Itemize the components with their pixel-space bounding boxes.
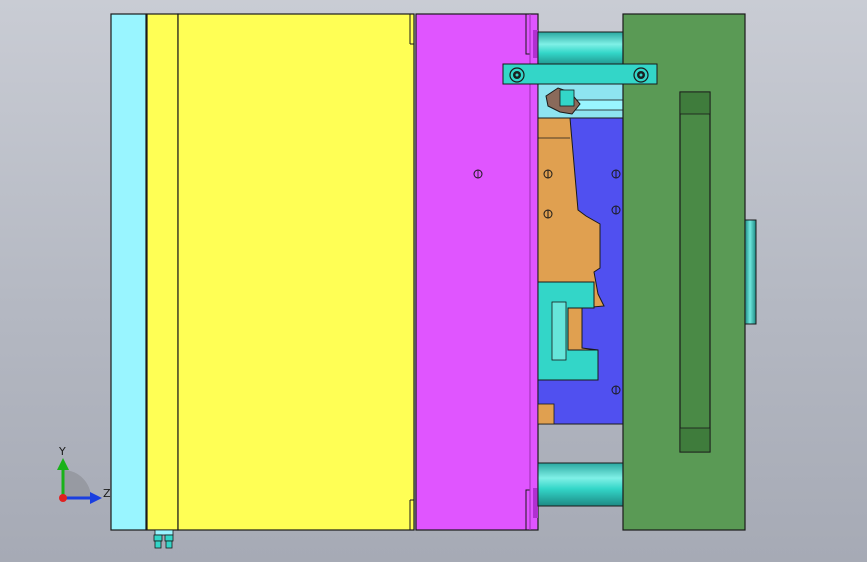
y-axis-arrow-icon [57,458,69,470]
guide-pillar-bottom[interactable] [537,462,625,507]
cyan-clamp-plate[interactable] [110,13,147,531]
guide-pillar-top[interactable] [537,31,625,68]
z-axis-arrow-icon [90,492,102,504]
z-axis-label: Z [103,487,111,500]
yellow-main-plate[interactable] [177,13,415,531]
coordinate-triad: Y Z [57,445,111,504]
mold-assembly-drawing: Y Z [57,13,757,549]
cad-viewport[interactable]: Y Z [0,0,867,562]
yellow-thin-plate[interactable] [146,13,179,531]
y-axis-label: Y [58,445,66,458]
magenta-cavity-plate[interactable] [415,13,539,531]
origin-dot-icon [59,494,67,502]
ejector-slot[interactable] [679,91,711,453]
locating-ring[interactable] [744,219,757,325]
bottom-fittings [153,529,174,549]
bolt-right[interactable] [633,67,649,83]
bolt-left[interactable] [509,67,525,83]
